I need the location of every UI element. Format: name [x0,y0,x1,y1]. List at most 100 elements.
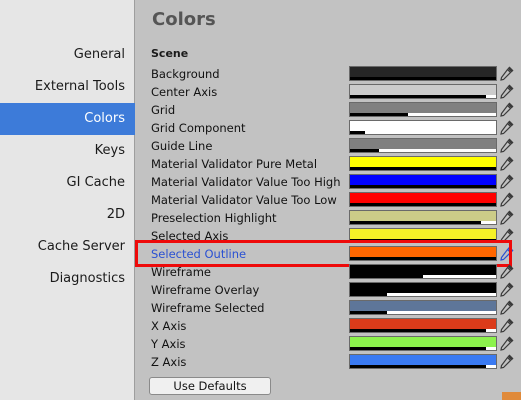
alpha-bar [350,203,496,206]
color-row-x-axis: X Axis [136,317,521,335]
sidebar-item-2d[interactable]: 2D [0,199,135,231]
alpha-bar [350,113,409,116]
color-label-wireframe-selected: Wireframe Selected [151,301,265,315]
color-label-selected-axis: Selected Axis [151,229,229,243]
alpha-bar [350,275,423,278]
alpha-bar [350,257,496,260]
eyedropper-icon[interactable] [499,65,515,82]
colors-panel: Colors Scene Background Center Axis Grid Gr… [135,0,521,400]
eyedropper-icon[interactable] [499,335,515,352]
alpha-bar [350,149,380,152]
color-swatch-grid-component[interactable] [349,120,497,135]
color-label-preselection-highlight: Preselection Highlight [151,211,277,225]
color-swatch-background[interactable] [349,66,497,81]
alpha-track [350,131,496,134]
color-swatch-material-validator-value-too-high[interactable] [349,174,497,189]
alpha-bar [350,293,387,296]
alpha-bar [350,311,387,314]
color-label-material-validator-pure-metal: Material Validator Pure Metal [151,157,318,171]
color-swatch-z-axis[interactable] [349,354,497,369]
color-label-y-axis: Y Axis [151,337,186,351]
sidebar-item-cache-server[interactable]: Cache Server [0,231,135,263]
color-label-grid: Grid [151,103,176,117]
alpha-bar [350,365,486,368]
alpha-bar [350,239,496,242]
color-swatch-wireframe-overlay[interactable] [349,282,497,297]
color-swatch-material-validator-value-too-low[interactable] [349,192,497,207]
scroll-corner [502,392,521,400]
color-row-guide-line: Guide Line [136,137,521,155]
color-label-wireframe-overlay: Wireframe Overlay [151,283,260,297]
color-row-material-validator-value-too-low: Material Validator Value Too Low [136,191,521,209]
color-label-guide-line: Guide Line [151,139,213,153]
eyedropper-icon[interactable] [499,299,515,316]
alpha-bar [350,185,496,188]
color-swatch-wireframe-selected[interactable] [349,300,497,315]
sidebar-item-diagnostics[interactable]: Diagnostics [0,263,135,295]
color-row-selected-outline: Selected Outline [135,240,521,267]
eyedropper-icon[interactable] [499,317,515,334]
color-row-material-validator-pure-metal: Material Validator Pure Metal [136,155,521,173]
alpha-bar [350,95,486,98]
color-row-wireframe: Wireframe [136,263,521,281]
use-defaults-button[interactable]: Use Defaults [149,377,271,395]
eyedropper-icon[interactable] [499,173,515,190]
color-swatch-guide-line[interactable] [349,138,497,153]
color-row-grid-component: Grid Component [136,119,521,137]
page-title: Colors [152,9,216,30]
color-label-material-validator-value-too-high: Material Validator Value Too High [151,175,341,189]
eyedropper-icon[interactable] [499,101,515,118]
eyedropper-icon[interactable] [499,83,515,100]
color-row-material-validator-value-too-high: Material Validator Value Too High [136,173,521,191]
color-label-grid-component: Grid Component [151,121,246,135]
color-row-preselection-highlight: Preselection Highlight [136,209,521,227]
eyedropper-icon[interactable] [499,227,515,244]
color-row-y-axis: Y Axis [136,335,521,353]
color-row-grid: Grid [136,101,521,119]
alpha-bar [350,221,482,224]
alpha-bar [350,347,486,350]
color-swatch-wireframe[interactable] [349,264,497,279]
eyedropper-icon[interactable] [499,119,515,136]
sidebar-item-keys[interactable]: Keys [0,135,135,167]
alpha-bar [350,77,496,80]
sidebar-item-colors[interactable]: Colors [0,103,135,135]
sidebar-item-external-tools[interactable]: External Tools [0,71,135,103]
section-header-scene: Scene [151,47,189,60]
color-swatch-selected-outline[interactable] [349,246,497,261]
preferences-sidebar: General External Tools Colors Keys GI Ca… [0,0,135,400]
color-row-selected-axis: Selected Axis [136,227,521,245]
color-row-center-axis: Center Axis [136,83,521,101]
eyedropper-icon[interactable] [499,353,515,370]
eyedropper-icon[interactable] [499,191,515,208]
color-label-z-axis: Z Axis [151,355,187,369]
color-label-center-axis: Center Axis [151,85,218,99]
alpha-bar [350,329,486,332]
sidebar-item-general[interactable]: General [0,39,135,71]
color-label-wireframe: Wireframe [151,265,211,279]
color-swatch-center-axis[interactable] [349,84,497,99]
color-swatch-grid[interactable] [349,102,497,117]
eyedropper-icon[interactable] [499,245,515,262]
alpha-bar [350,131,365,134]
color-swatch-preselection-highlight[interactable] [349,210,497,225]
eyedropper-icon[interactable] [499,263,515,280]
eyedropper-icon[interactable] [499,137,515,154]
sidebar-item-gi-cache[interactable]: GI Cache [0,167,135,199]
color-row-background: Background [136,65,521,83]
color-swatch-y-axis[interactable] [349,336,497,351]
color-row-z-axis: Z Axis [136,353,521,371]
color-label-selected-outline: Selected Outline [151,247,247,261]
color-swatch-x-axis[interactable] [349,318,497,333]
color-label-material-validator-value-too-low: Material Validator Value Too Low [151,193,337,207]
color-label-background: Background [151,67,220,81]
color-label-x-axis: X Axis [151,319,187,333]
eyedropper-icon[interactable] [499,209,515,226]
color-row-wireframe-overlay: Wireframe Overlay [136,281,521,299]
color-swatch-selected-axis[interactable] [349,228,497,243]
color-row-wireframe-selected: Wireframe Selected [136,299,521,317]
color-swatch-material-validator-pure-metal[interactable] [349,156,497,171]
alpha-bar [350,167,496,170]
eyedropper-icon[interactable] [499,155,515,172]
eyedropper-icon[interactable] [499,281,515,298]
